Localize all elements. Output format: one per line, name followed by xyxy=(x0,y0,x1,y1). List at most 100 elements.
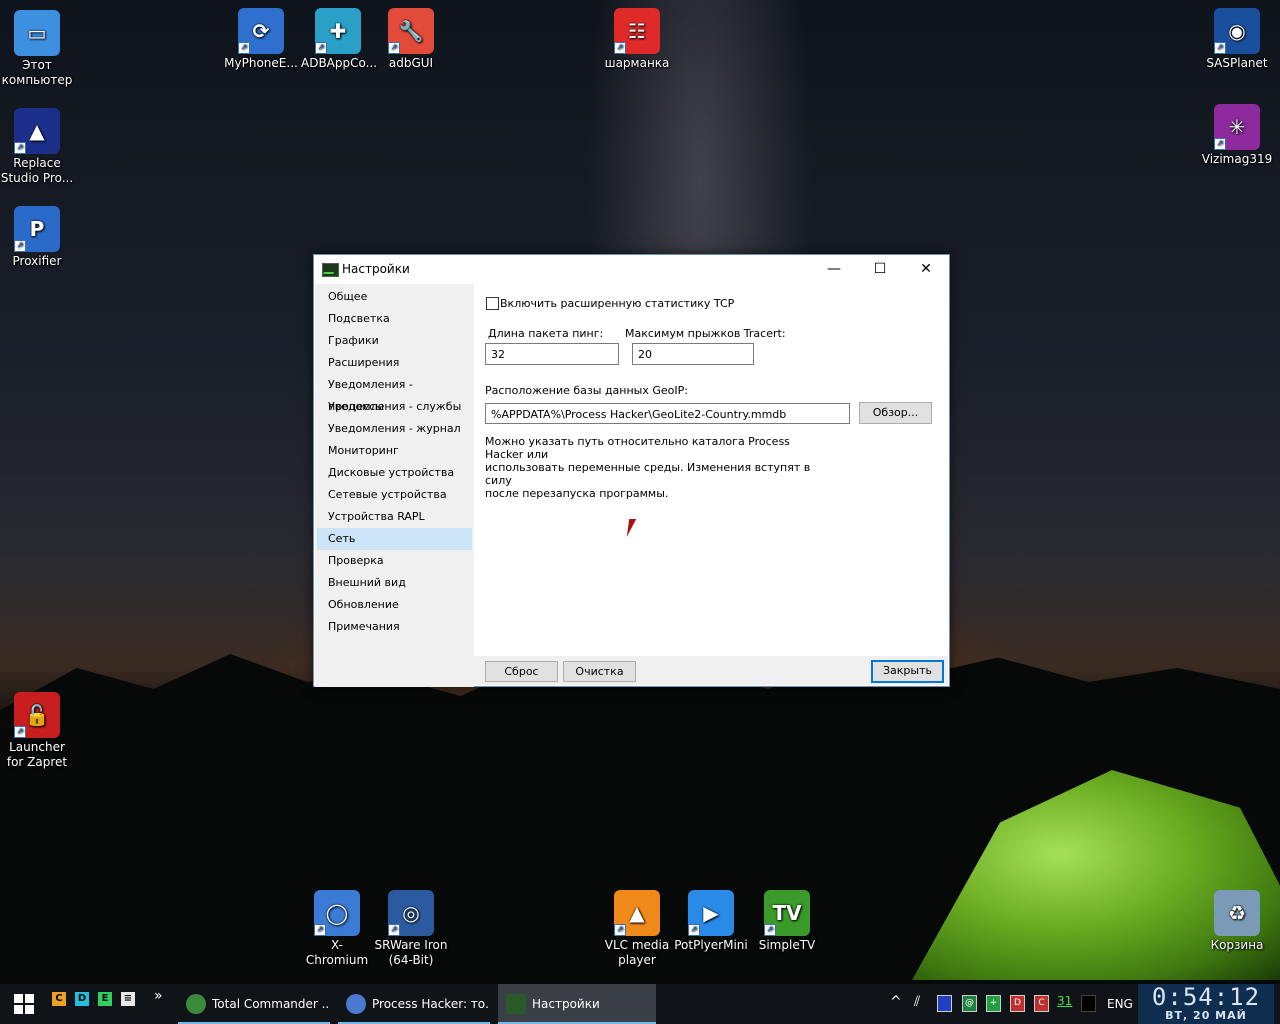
tcp-stats-label[interactable]: Включить расширенную статистику TCP xyxy=(500,297,734,310)
desktop-icon-simpletv[interactable]: TV ↗ SimpleTV xyxy=(750,890,824,953)
note-line: Можно указать путь относительно каталога… xyxy=(485,435,790,461)
tcp-stats-checkbox[interactable] xyxy=(486,297,499,310)
desktop-icon-vizimag[interactable]: ✳ ↗ Vizimag319 xyxy=(1200,104,1274,167)
tray-app-icon[interactable]: + xyxy=(986,995,1001,1012)
desktop-icon-potplayer-mini[interactable]: ▶ ↗ PotPlyerMini xyxy=(674,890,748,953)
taskbar-task[interactable]: Настройки xyxy=(498,984,656,1024)
tray-app-icon[interactable] xyxy=(1081,995,1096,1012)
desktop-icon-sasplanet[interactable]: ◉ ↗ SASPlanet xyxy=(1200,8,1274,71)
taskbar-task[interactable]: Total Commander ... xyxy=(178,984,330,1024)
sidebar-item[interactable]: Расширения xyxy=(317,352,472,374)
clear-button[interactable]: Очистка xyxy=(563,661,636,682)
geoip-path-input[interactable]: %APPDATA%\Process Hacker\GeoLite2-Countr… xyxy=(485,403,850,424)
tray-overflow-chevron[interactable]: ^ xyxy=(890,994,902,1010)
desktop-icon-launcher-zapret[interactable]: 🔓 ↗ Launcher for Zapret xyxy=(0,692,74,770)
settings-window: Настройки — ☐ ✕ Общее Подсветка Графики Рас… xyxy=(313,254,950,687)
shortcut-arrow-icon: ↗ xyxy=(1214,42,1226,54)
flag-icon[interactable] xyxy=(937,995,952,1012)
sidebar-item[interactable]: Сеть xyxy=(317,528,472,550)
tray-app-icon[interactable]: D xyxy=(1010,995,1025,1012)
desktop-icon-label: PotPlyerMini xyxy=(674,938,748,952)
shortcut-arrow-icon: ↗ xyxy=(688,924,700,936)
sidebar-item[interactable]: Дисковые устройства xyxy=(317,462,472,484)
sidebar-item[interactable]: Сетевые устройства xyxy=(317,484,472,506)
simpletv-icon: TV ↗ xyxy=(764,890,810,936)
srware-iron-icon: ◎ ↗ xyxy=(388,890,434,936)
note-line: использовать переменные среды. Изменения… xyxy=(485,461,811,487)
desktop-icon-label: SRWare Iron (64-Bit) xyxy=(374,938,448,967)
shortcut-arrow-icon: ↗ xyxy=(614,42,626,54)
sidebar-item[interactable]: Графики xyxy=(317,330,472,352)
potplayer-mini-icon: ▶ ↗ xyxy=(688,890,734,936)
quick-launch-icon[interactable]: ≡ xyxy=(121,992,135,1006)
task-label: Total Commander ... xyxy=(212,997,330,1011)
sidebar-item[interactable]: Внешний вид xyxy=(317,572,472,594)
calendar-day-icon[interactable]: 31 xyxy=(1057,994,1072,1008)
network-settings-panel: Включить расширенную статистику TCP Длин… xyxy=(474,284,948,656)
tray-app-icon[interactable]: C xyxy=(1034,995,1049,1012)
replace-studio-icon: ▲ ↗ xyxy=(14,108,60,154)
maximize-button[interactable]: ☐ xyxy=(857,255,903,284)
dialog-footer: Сброс Очистка Закрыть xyxy=(474,656,948,685)
windows-logo-icon xyxy=(25,1005,34,1014)
proxifier-icon: P ↗ xyxy=(14,206,60,252)
sidebar-item[interactable]: Мониторинг xyxy=(317,440,472,462)
clock[interactable]: 0:54:12 ВТ, 20 МАЙ xyxy=(1138,984,1274,1024)
this-pc-icon: ▭ xyxy=(14,10,60,56)
desktop-icon-label: SimpleTV xyxy=(758,938,816,952)
geoip-note: Можно указать путь относительно каталога… xyxy=(485,435,825,500)
desktop-icon-recycle-bin[interactable]: ♻ Корзина xyxy=(1200,890,1274,953)
task-app-icon xyxy=(186,994,206,1014)
desktop-icon-replace-studio[interactable]: ▲ ↗ Replace Studio Pro... xyxy=(0,108,74,186)
clock-date: ВТ, 20 МАЙ xyxy=(1165,1009,1247,1022)
sidebar-item[interactable]: Уведомления - процессы xyxy=(317,374,472,413)
shortcut-arrow-icon: ↗ xyxy=(614,924,626,936)
desktop-icon-proxifier[interactable]: P ↗ Proxifier xyxy=(0,206,74,269)
close-button[interactable]: Закрыть xyxy=(871,660,944,683)
sidebar-item[interactable]: Уведомления - службы xyxy=(317,396,472,418)
sidebar-item[interactable]: Подсветка xyxy=(317,308,472,330)
desktop-icon-adbappcontrol[interactable]: ✚ ↗ ADBAppCo... xyxy=(301,8,378,71)
title-bar[interactable]: Настройки — ☐ ✕ xyxy=(314,255,949,284)
myphoneexplorer-icon: ⟳ ↗ xyxy=(238,8,284,54)
desktop-icon-label: ADBAppCo... xyxy=(301,56,378,70)
desktop-icon-label: VLC media player xyxy=(604,938,670,967)
desktop-icon-x-chromium[interactable]: ◯ ↗ X-Chromium xyxy=(300,890,374,968)
sidebar-item[interactable]: Примечания xyxy=(317,616,472,638)
tracert-hops-input[interactable]: 20 xyxy=(632,343,754,365)
minimize-button[interactable]: — xyxy=(811,255,857,284)
start-button[interactable] xyxy=(14,994,34,1014)
quick-launch-overflow[interactable]: » xyxy=(154,988,163,1004)
browse-button[interactable]: Обзор... xyxy=(859,402,932,424)
desktop-icon-sharmanka[interactable]: ☷ ↗ шарманка xyxy=(600,8,674,71)
paperclip-icon[interactable]: ⫽ xyxy=(914,994,920,1010)
taskbar-task[interactable]: Process Hacker: то... xyxy=(338,984,490,1024)
quick-launch-icon[interactable]: E xyxy=(98,992,112,1006)
quick-launch-icon[interactable]: C xyxy=(52,992,66,1006)
desktop-icon-vlc[interactable]: ▲ ↗ VLC media player xyxy=(600,890,674,968)
ping-length-input[interactable]: 32 xyxy=(485,343,619,365)
sidebar-item[interactable]: Проверка xyxy=(317,550,472,572)
reset-button[interactable]: Сброс xyxy=(485,661,558,682)
desktop-icon-label: Vizimag319 xyxy=(1201,152,1273,166)
desktop-icon-label: Launcher for Zapret xyxy=(6,740,68,769)
note-line: после перезапуска программы. xyxy=(485,487,669,500)
shortcut-arrow-icon: ↗ xyxy=(388,42,400,54)
quick-launch-icon[interactable]: D xyxy=(75,992,89,1006)
sidebar-item[interactable]: Обновление xyxy=(317,594,472,616)
desktop-icon-label: adbGUI xyxy=(388,56,434,70)
sidebar-item[interactable]: Уведомления - журнал xyxy=(317,418,472,440)
desktop-icon-label: шарманка xyxy=(604,56,670,70)
desktop-icon-this-pc[interactable]: ▭ Этот компьютер xyxy=(0,10,74,88)
tray-app-icon[interactable]: @ xyxy=(962,995,977,1012)
task-app-icon xyxy=(346,994,366,1014)
desktop-icon-myphoneexplorer[interactable]: ⟳ ↗ MyPhoneE... xyxy=(224,8,298,71)
ping-length-label: Длина пакета пинг: xyxy=(488,327,604,340)
language-indicator[interactable]: ENG xyxy=(1107,997,1133,1011)
clock-time: 0:54:12 xyxy=(1151,983,1261,1011)
close-window-button[interactable]: ✕ xyxy=(903,255,949,284)
desktop-icon-adbgui[interactable]: 🔧 ↗ adbGUI xyxy=(374,8,448,71)
sidebar-item[interactable]: Общее xyxy=(317,286,472,308)
desktop-icon-srware-iron[interactable]: ◎ ↗ SRWare Iron (64-Bit) xyxy=(374,890,448,968)
sidebar-item[interactable]: Устройства RAPL xyxy=(317,506,472,528)
